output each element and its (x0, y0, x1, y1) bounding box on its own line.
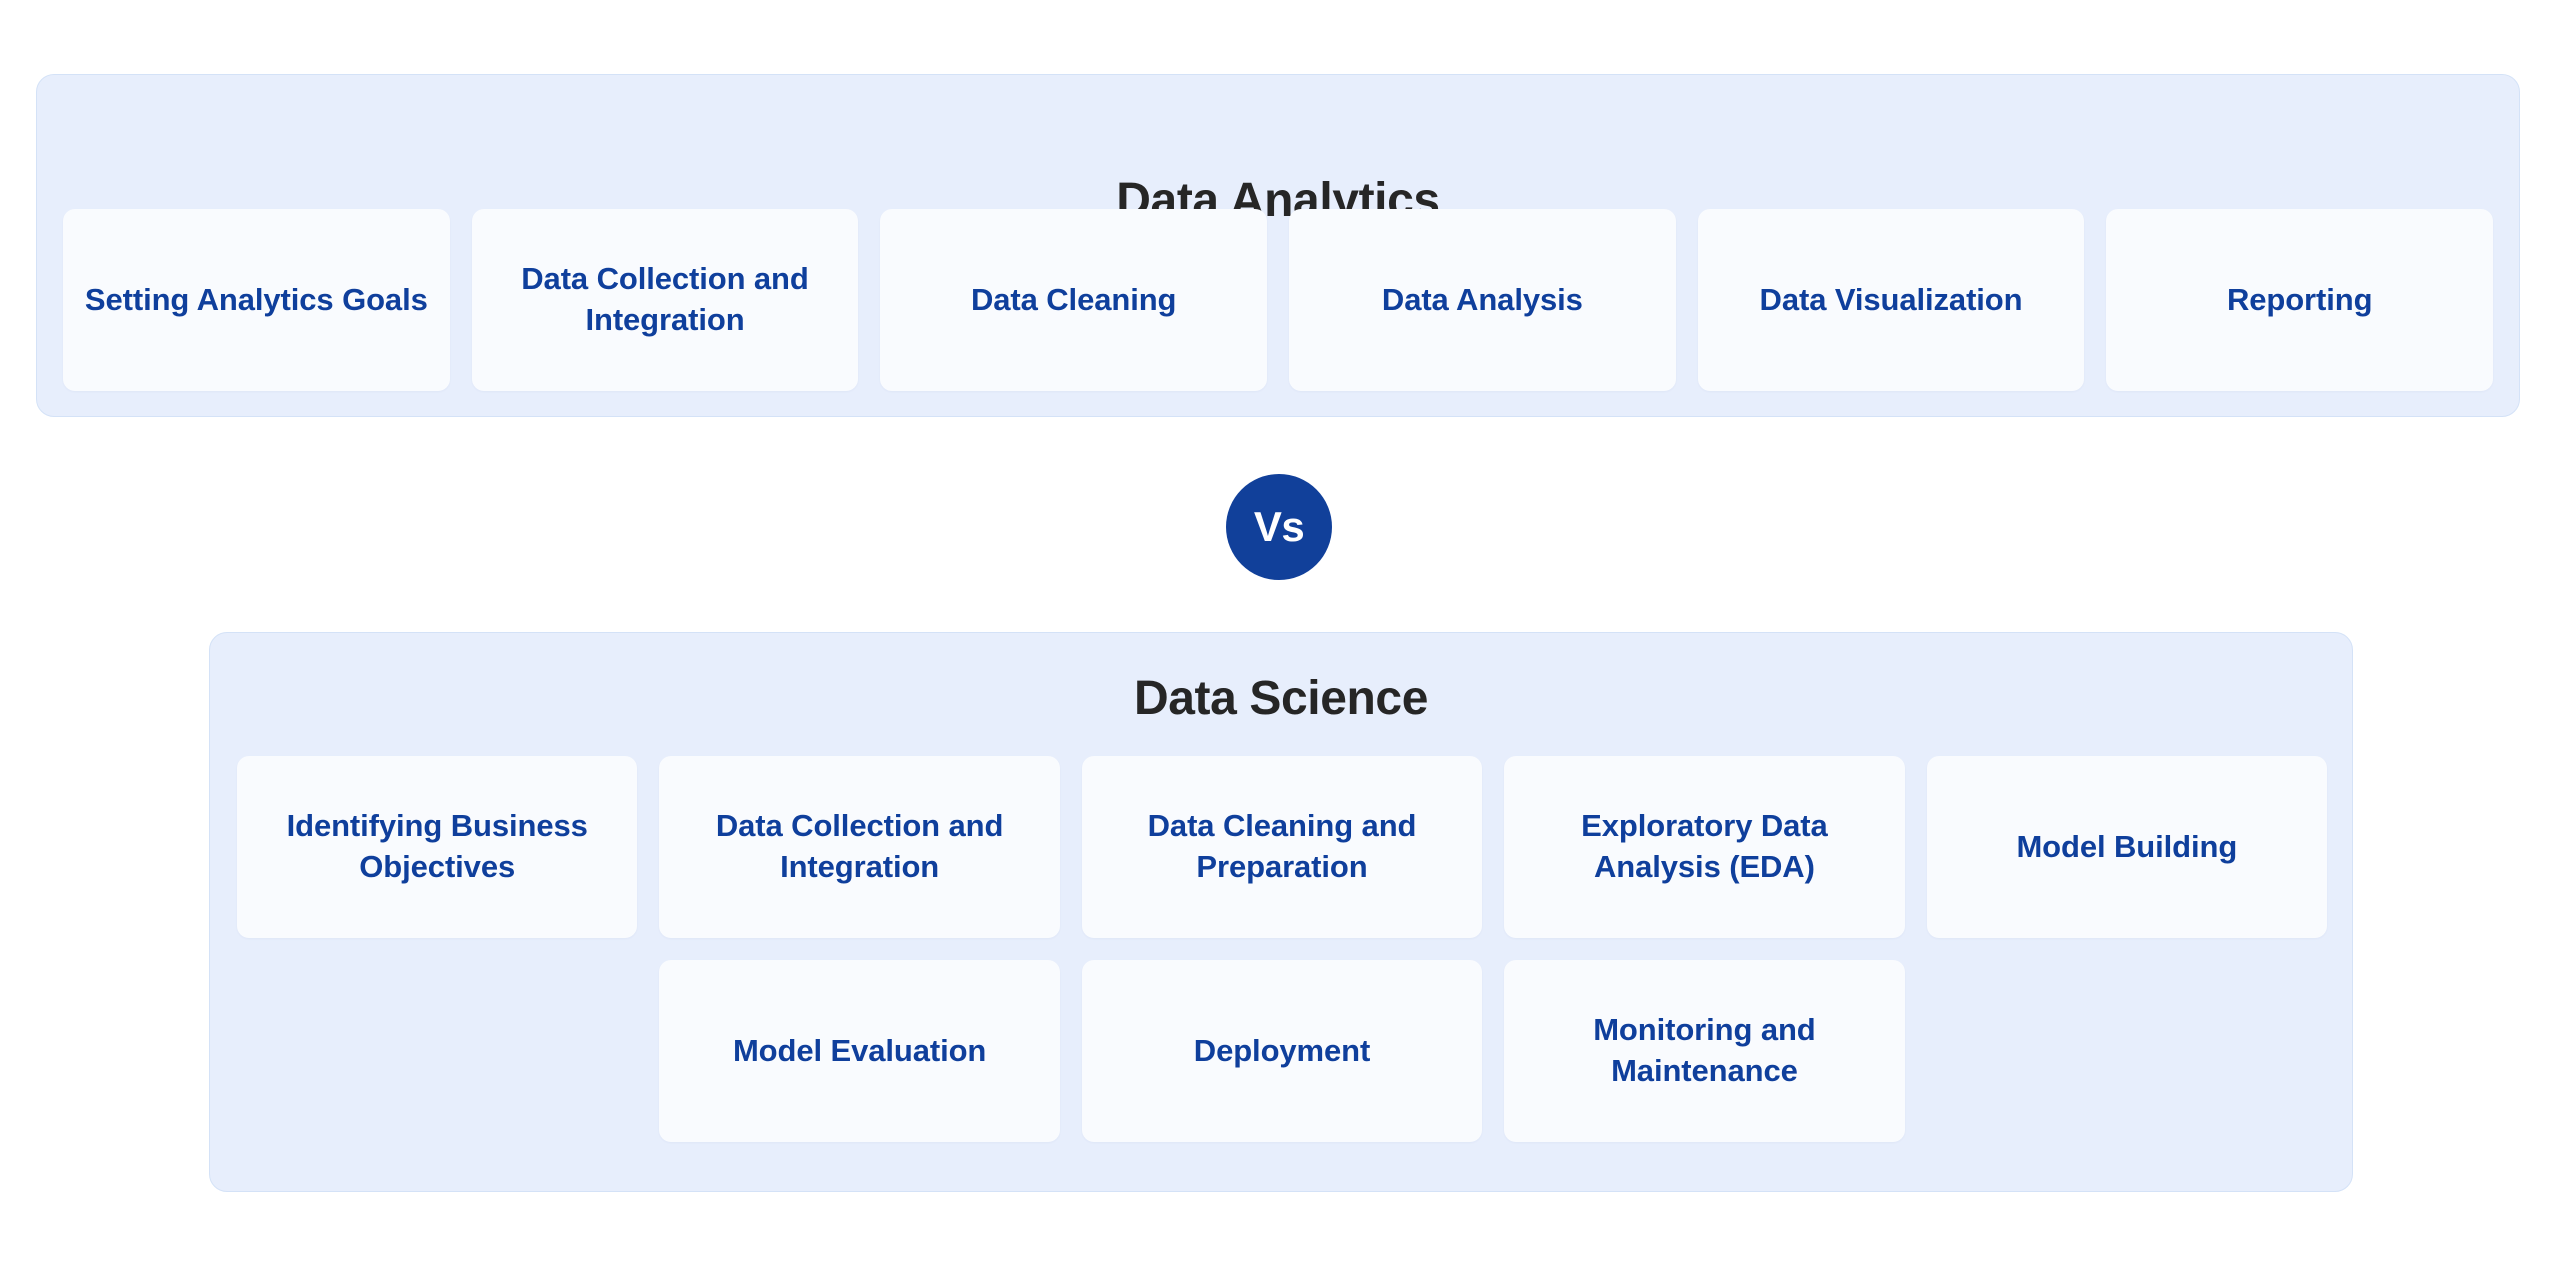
data-analytics-step-row: Setting Analytics Goals Data Collection … (63, 209, 2494, 391)
science-step-spacer-right (1927, 960, 2327, 1142)
science-step-label-5: Model Building (2016, 828, 2238, 864)
science-step-label-4: Exploratory Data Analysis (EDA) (1581, 808, 1828, 884)
science-step-label-3: Data Cleaning and Preparation (1147, 808, 1417, 884)
analytics-step-label-5: Data Visualization (1759, 281, 2023, 317)
versus-badge-label: Vs (1253, 503, 1305, 550)
science-step-card-3[interactable]: Data Cleaning and Preparation (1081, 756, 1483, 938)
data-science-heading: Data Science (1133, 672, 1429, 725)
science-step-label-1: Identifying Business Objectives (286, 808, 588, 884)
analytics-step-card-1[interactable]: Setting Analytics Goals (63, 209, 450, 391)
science-step-card-1[interactable]: Identifying Business Objectives (237, 756, 638, 938)
science-step-label-8: Monitoring and Maintenance (1593, 1012, 1816, 1088)
data-analytics-panel: Data Analytics Setting Analytics Goals D… (36, 74, 2520, 417)
analytics-step-card-2[interactable]: Data Collection and Integration (471, 209, 859, 391)
analytics-step-label-6: Reporting (2226, 281, 2373, 317)
science-step-card-5[interactable]: Model Building (1926, 756, 2328, 938)
science-step-card-6[interactable]: Model Evaluation (659, 960, 1060, 1142)
science-step-card-2[interactable]: Data Collection and Integration (659, 756, 1060, 938)
science-step-label-2: Data Collection and Integration (715, 808, 1004, 884)
analytics-step-card-5[interactable]: Data Visualization (1697, 209, 2085, 391)
analytics-step-label-2: Data Collection and Integration (521, 261, 809, 337)
science-step-label-7: Deployment (1193, 1032, 1371, 1068)
analytics-step-card-6[interactable]: Reporting (2106, 209, 2494, 391)
analytics-step-card-4[interactable]: Data Analysis (1289, 209, 1676, 391)
science-step-card-4[interactable]: Exploratory Data Analysis (EDA) (1504, 756, 1905, 938)
analytics-step-label-1: Setting Analytics Goals (84, 281, 428, 317)
diagram-canvas: Data Analytics Setting Analytics Goals D… (0, 0, 2560, 1265)
data-science-panel: Data Science Identifying Business Object… (209, 632, 2353, 1192)
analytics-step-label-3: Data Cleaning (970, 281, 1177, 317)
data-science-step-row-2: Model Evaluation Deployment Monitoring a… (237, 960, 2327, 1142)
analytics-step-card-3[interactable]: Data Cleaning (880, 209, 1268, 391)
science-step-card-8[interactable]: Monitoring and Maintenance (1504, 960, 1905, 1142)
analytics-step-label-4: Data Analysis (1381, 281, 1583, 317)
data-science-step-row-1: Identifying Business Objectives Data Col… (237, 756, 2328, 938)
versus-badge: Vs (1226, 474, 1332, 580)
science-step-label-6: Model Evaluation (732, 1032, 987, 1068)
science-step-card-7[interactable]: Deployment (1081, 960, 1483, 1142)
science-step-spacer-left (237, 960, 637, 1142)
